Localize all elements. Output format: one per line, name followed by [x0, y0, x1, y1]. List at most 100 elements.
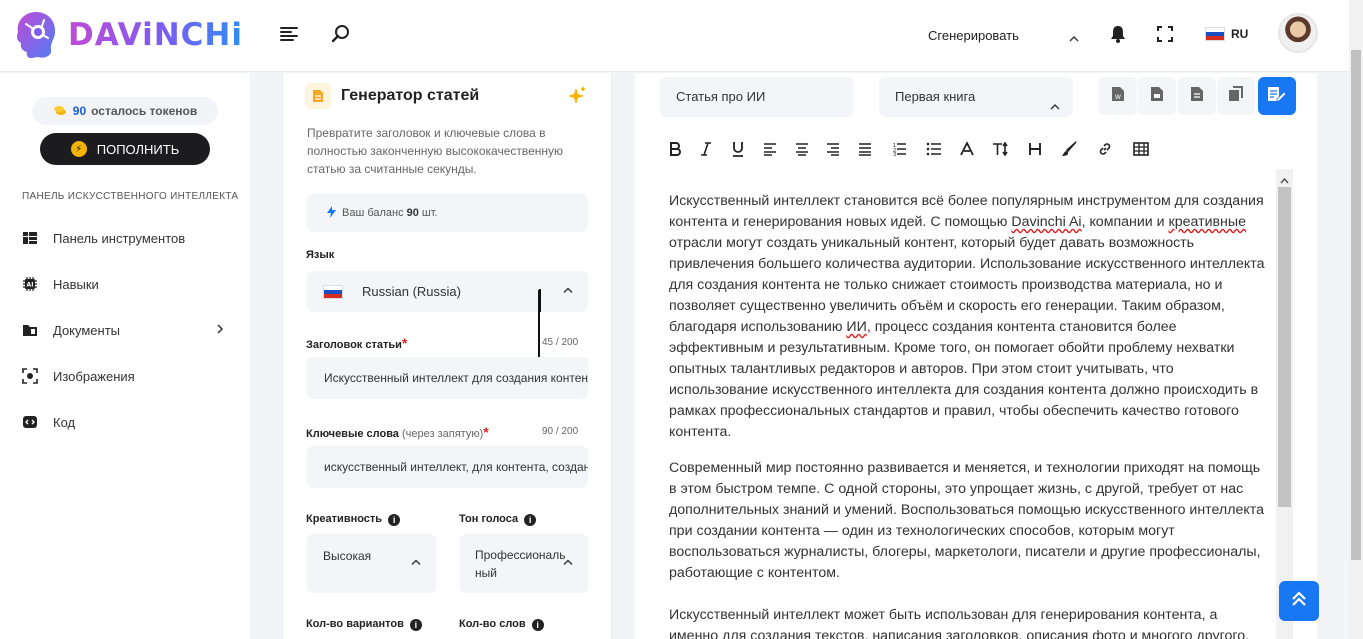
info-icon[interactable]: i [409, 619, 422, 631]
page-scrollbar-thumb[interactable] [1351, 50, 1361, 560]
underline-icon[interactable] [728, 139, 748, 159]
balance-info: Ваш баланс 90 шт. [307, 194, 588, 232]
sidebar-item-label: Панель инструментов [53, 230, 186, 246]
export-text-button[interactable] [1178, 77, 1216, 115]
creativity-label-text: Креативность [306, 513, 383, 525]
search-icon[interactable] [331, 24, 353, 46]
tone-label-text: Тон голоса [459, 513, 519, 525]
align-justify-icon[interactable] [855, 139, 875, 159]
lightning-icon [327, 205, 336, 221]
resize-divider [538, 290, 540, 360]
double-chevron-up-icon [1291, 590, 1307, 612]
folder-icon [22, 322, 38, 338]
generate-select[interactable]: Сгенерировать [918, 24, 1088, 48]
sidebar-item-skills[interactable]: AI Навыки [22, 274, 232, 294]
article-title-input[interactable]: Искусственный интеллект для создания кон… [307, 357, 588, 399]
required-mark: * [401, 335, 408, 351]
keywords-label-text: Ключевые слова [306, 428, 399, 440]
export-pdf-button[interactable] [1138, 77, 1176, 115]
spellcheck-word: креативные [1168, 214, 1246, 230]
tone-value-line2: ный [475, 566, 497, 580]
language-code: RU [1231, 27, 1249, 41]
paragraph: Современный мир постоянно развивается и … [669, 460, 1264, 581]
align-center-icon[interactable] [792, 139, 812, 159]
copy-button[interactable] [1217, 77, 1255, 115]
sidebar-item-label: Документы [53, 322, 121, 338]
title-label: Заголовок статьи* [306, 335, 407, 351]
font-color-icon[interactable] [957, 139, 977, 159]
folder-value: Первая книга [895, 89, 976, 104]
chevron-up-icon [1068, 29, 1080, 53]
dashboard-icon [22, 230, 38, 246]
chevron-up-icon [562, 284, 574, 299]
sidebar: 90 осталось токенов ⚡ ПОПОЛНИТЬ ПАНЕЛЬ И… [0, 73, 250, 639]
paragraph: Искусственный интеллект становится всё б… [669, 191, 1269, 443]
editor-scrollbar[interactable] [1276, 169, 1293, 639]
heading-icon[interactable] [1025, 139, 1045, 159]
paragraph: Искусственный интеллект может быть испол… [669, 607, 1250, 639]
editor-scrollbar-thumb[interactable] [1278, 187, 1291, 507]
words-label: Кол-во слов i [459, 618, 544, 631]
code-icon [22, 414, 38, 430]
svg-text:W: W [1115, 94, 1121, 101]
save-document-button[interactable] [1258, 77, 1296, 115]
chevron-right-icon [216, 323, 224, 337]
brand-name: DAViNCHi [68, 17, 243, 53]
generate-label: Сгенерировать [928, 28, 1019, 43]
align-right-icon[interactable] [823, 139, 843, 159]
chevron-up-icon [562, 556, 574, 571]
language-switcher[interactable]: RU [1205, 27, 1248, 41]
menu-toggle-icon[interactable] [279, 24, 301, 46]
top-header: DAViNCHi Сгенерировать RU [0, 0, 1349, 72]
article-generator-form: Генератор статей Превратите заголовок и … [282, 73, 612, 639]
table-icon[interactable] [1131, 139, 1151, 159]
sidebar-item-images[interactable]: Изображения [22, 366, 232, 386]
link-icon[interactable] [1095, 139, 1115, 159]
pdf-file-icon [1150, 86, 1164, 107]
ordered-list-icon[interactable]: 123 [889, 139, 909, 159]
info-icon[interactable]: i [531, 619, 544, 631]
brand-logo[interactable]: DAViNCHi [14, 10, 243, 60]
topup-button[interactable]: ⚡ ПОПОЛНИТЬ [40, 133, 210, 165]
document-icon [305, 83, 331, 109]
keywords-hint: (через запятую) [402, 428, 484, 440]
favorite-sparkle-icon[interactable] [567, 85, 587, 110]
fullscreen-icon[interactable] [1155, 24, 1177, 46]
scroll-to-top-button[interactable] [1279, 581, 1319, 621]
tone-select[interactable]: Профессиональ ный [460, 534, 588, 593]
font-size-icon[interactable] [991, 139, 1011, 159]
language-label: Язык [306, 249, 335, 261]
sidebar-item-code[interactable]: Код [22, 412, 232, 432]
folder-select[interactable]: Первая книга [879, 77, 1073, 117]
sidebar-item-label: Код [53, 414, 76, 430]
brush-icon[interactable] [1059, 139, 1079, 159]
sidebar-item-documents[interactable]: Документы [22, 320, 232, 340]
text-run: , процесс создания контента становится б… [669, 319, 1259, 440]
info-icon[interactable]: i [388, 514, 401, 526]
keywords-input[interactable]: искусственный интеллект, для контента, с… [307, 446, 588, 488]
bullet-list-icon[interactable] [924, 139, 944, 159]
user-avatar[interactable] [1278, 13, 1318, 53]
sidebar-item-dashboard[interactable]: Панель инструментов [22, 228, 232, 248]
align-left-icon[interactable] [760, 139, 780, 159]
tokens-text: осталось токенов [91, 104, 198, 118]
info-icon[interactable]: i [524, 514, 537, 526]
bell-icon[interactable] [1108, 24, 1130, 46]
document-name-input[interactable]: Статья про ИИ [660, 77, 853, 117]
italic-icon[interactable] [696, 139, 716, 159]
form-title-text: Генератор статей [341, 87, 480, 104]
editor-content[interactable]: Искусственный интеллект становится всё б… [669, 191, 1269, 639]
language-select[interactable]: Russian (Russia) [307, 271, 588, 312]
export-word-button[interactable]: W [1099, 77, 1137, 115]
save-edit-icon [1267, 85, 1287, 108]
bold-icon[interactable] [665, 139, 685, 159]
keywords-label: Ключевые слова (через запятую)* [306, 424, 489, 440]
creativity-select[interactable]: Высокая [307, 534, 436, 593]
spellcheck-word: Davinchi Ai [1011, 214, 1082, 230]
balance-prefix: Ваш баланс [342, 207, 404, 219]
russia-flag-icon [323, 285, 343, 299]
tokens-badge: 90 осталось токенов [32, 97, 218, 125]
document-name-value: Статья про ИИ [676, 89, 766, 104]
page-scrollbar[interactable] [1349, 0, 1363, 639]
form-description: Превратите заголовок и ключевые слова в … [307, 126, 564, 176]
